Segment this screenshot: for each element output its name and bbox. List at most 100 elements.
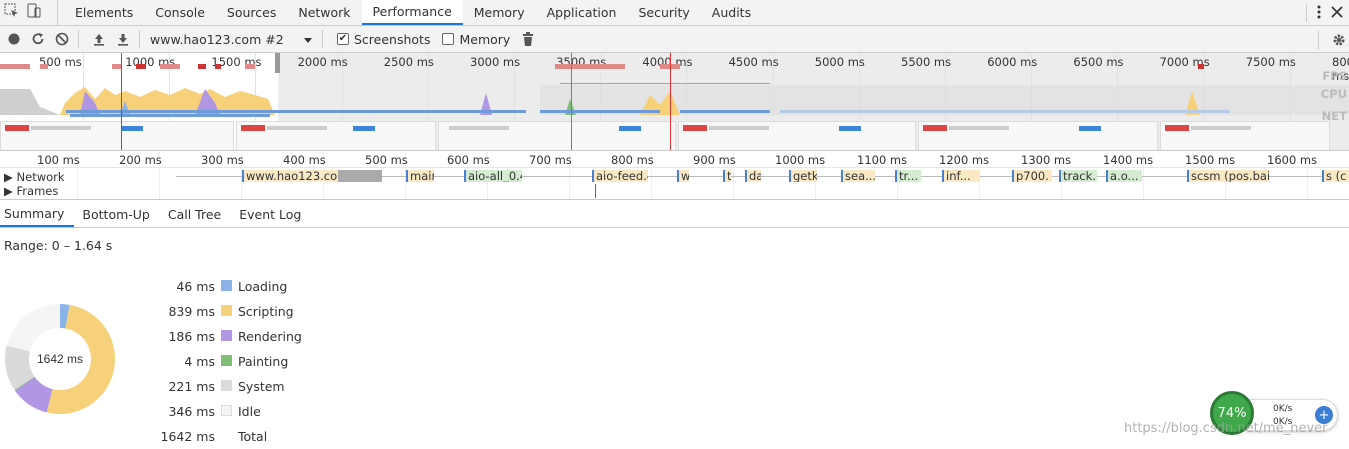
summary-donut-chart: 1642 ms [5, 304, 115, 414]
network-bar [70, 114, 270, 117]
ruler-tick-label: 100 ms [37, 153, 80, 167]
tab-call-tree[interactable]: Call Tree [164, 201, 231, 227]
legend-value: 839 ms [168, 304, 215, 319]
tab-console[interactable]: Console [144, 0, 216, 25]
timeline-overview[interactable]: 500 ms 1000 ms 1500 ms 2000 ms 2500 ms 3000 m… [0, 53, 1349, 151]
screenshot-thumbnail[interactable] [918, 121, 1158, 150]
tab-network[interactable]: Network [287, 0, 361, 25]
tab-security[interactable]: Security [627, 0, 700, 25]
device-toolbar-icon[interactable] [26, 3, 42, 22]
legend-label: Total [238, 429, 268, 444]
legend-label: Painting [238, 354, 289, 369]
tab-elements[interactable]: Elements [64, 0, 144, 25]
network-request[interactable]: aio-feed.4 [592, 170, 648, 182]
watermark: https://blog.csdn.net/me_never [1124, 421, 1328, 436]
donut-slice-idle [6, 304, 60, 352]
devtools-tabs: Elements Console Sources Network Performance… [64, 0, 762, 25]
legend-swatch [221, 405, 232, 416]
clear-icon[interactable] [52, 29, 72, 49]
ruler-tick-label: 700 ms [529, 153, 572, 167]
collect-garbage-icon[interactable] [518, 29, 538, 49]
network-request[interactable]: main [406, 170, 434, 182]
network-bar [680, 110, 770, 113]
legend-value: 46 ms [176, 279, 215, 294]
fps-bar [160, 64, 180, 69]
legend-value: 221 ms [168, 379, 215, 394]
legend-swatch [221, 280, 232, 291]
fps-bar [1198, 64, 1204, 69]
network-request[interactable]: getk [789, 170, 817, 182]
legend-swatch [221, 330, 232, 341]
expand-arrow-icon: ▶ [4, 184, 13, 198]
save-profile-icon[interactable] [113, 29, 133, 49]
network-request[interactable]: www.hao123.com/ [242, 170, 340, 182]
screenshot-thumbnail[interactable] [236, 121, 436, 150]
ruler-tick-label: 500 ms [365, 153, 408, 167]
performance-toolbar: www.hao123.com #2 ✔ Screenshots Memory [0, 26, 1349, 53]
ruler-tick-label: 300 ms [201, 153, 244, 167]
inspect-element-icon[interactable] [4, 3, 20, 22]
network-request[interactable]: a.o... [1106, 170, 1142, 182]
fps-bar [40, 64, 48, 69]
legend-label: Scripting [238, 304, 294, 319]
reload-record-button[interactable] [28, 29, 48, 49]
network-request[interactable]: track... [1059, 170, 1097, 182]
screenshot-thumbnail[interactable] [438, 121, 676, 150]
network-request[interactable]: p700. [1012, 170, 1052, 182]
network-request[interactable]: w [677, 170, 689, 182]
ruler-tick-label: 200 ms [119, 153, 162, 167]
legend-label: System [238, 379, 285, 394]
settings-gear-icon[interactable] [1329, 30, 1349, 50]
ruler-tick-label: 1500 ms [1185, 153, 1236, 167]
frame-marker [595, 184, 596, 198]
more-menu-icon[interactable] [1317, 5, 1321, 22]
network-request[interactable]: sea... [841, 170, 875, 182]
tabbar-right [1306, 0, 1349, 26]
memory-checkbox[interactable] [442, 33, 455, 45]
tab-summary[interactable]: Summary [0, 201, 75, 227]
network-request[interactable]: scsm (pos.baid [1187, 170, 1269, 182]
record-button[interactable] [4, 29, 24, 49]
frames-row-toggle[interactable]: ▶ Frames [4, 184, 58, 198]
upload-speed: 0K/s [1273, 404, 1293, 414]
network-request[interactable]: aio-all_0.4 [464, 170, 522, 182]
tab-sources[interactable]: Sources [216, 0, 287, 25]
screenshot-thumbnail[interactable] [0, 121, 234, 150]
load-profile-icon[interactable] [89, 29, 109, 49]
screenshots-checkbox[interactable]: ✔ [337, 33, 349, 45]
ruler-tick-label: 1100 ms [857, 153, 908, 167]
close-icon[interactable] [1331, 5, 1343, 21]
tab-event-log[interactable]: Event Log [235, 201, 311, 227]
overview-tick-label: 5500 ms [901, 55, 952, 69]
dom-content-loaded-marker [121, 53, 122, 150]
tab-memory[interactable]: Memory [463, 0, 536, 25]
ruler-tick-label: 400 ms [283, 153, 326, 167]
overview-tick-label: 3000 ms [470, 55, 521, 69]
network-request[interactable]: t [723, 170, 731, 182]
tab-bottom-up[interactable]: Bottom-Up [78, 201, 159, 227]
legend-swatch [221, 355, 232, 366]
overview-tick-label: 2000 ms [297, 55, 348, 69]
tab-performance[interactable]: Performance [361, 0, 463, 25]
ruler-tick-label: 900 ms [693, 153, 736, 167]
screenshot-thumbnail[interactable] [678, 121, 916, 150]
tab-audits[interactable]: Audits [701, 0, 762, 25]
overview-tick-label: 7500 ms [1245, 55, 1296, 69]
screenshot-thumbnail[interactable] [1160, 121, 1330, 150]
ruler-tick-label: 1300 ms [1021, 153, 1072, 167]
cpu-track-label: CPU [1320, 87, 1347, 101]
legend-value: 4 ms [184, 354, 215, 369]
network-request[interactable]: da [745, 170, 761, 182]
network-request[interactable]: s (c [1322, 170, 1349, 182]
selection-handle-right[interactable] [275, 53, 280, 73]
dropdown-arrow-icon [304, 32, 312, 47]
tab-application[interactable]: Application [536, 0, 628, 25]
load-event-marker [670, 53, 671, 150]
fps-bar [0, 64, 30, 69]
network-row-toggle[interactable]: ▶ Network [4, 170, 65, 184]
fps-bar [245, 64, 255, 69]
network-request[interactable]: inf... [942, 170, 980, 182]
tabbar-tools [0, 0, 58, 25]
network-request[interactable]: tr... [895, 170, 921, 182]
profile-select[interactable]: www.hao123.com #2 [146, 29, 316, 49]
